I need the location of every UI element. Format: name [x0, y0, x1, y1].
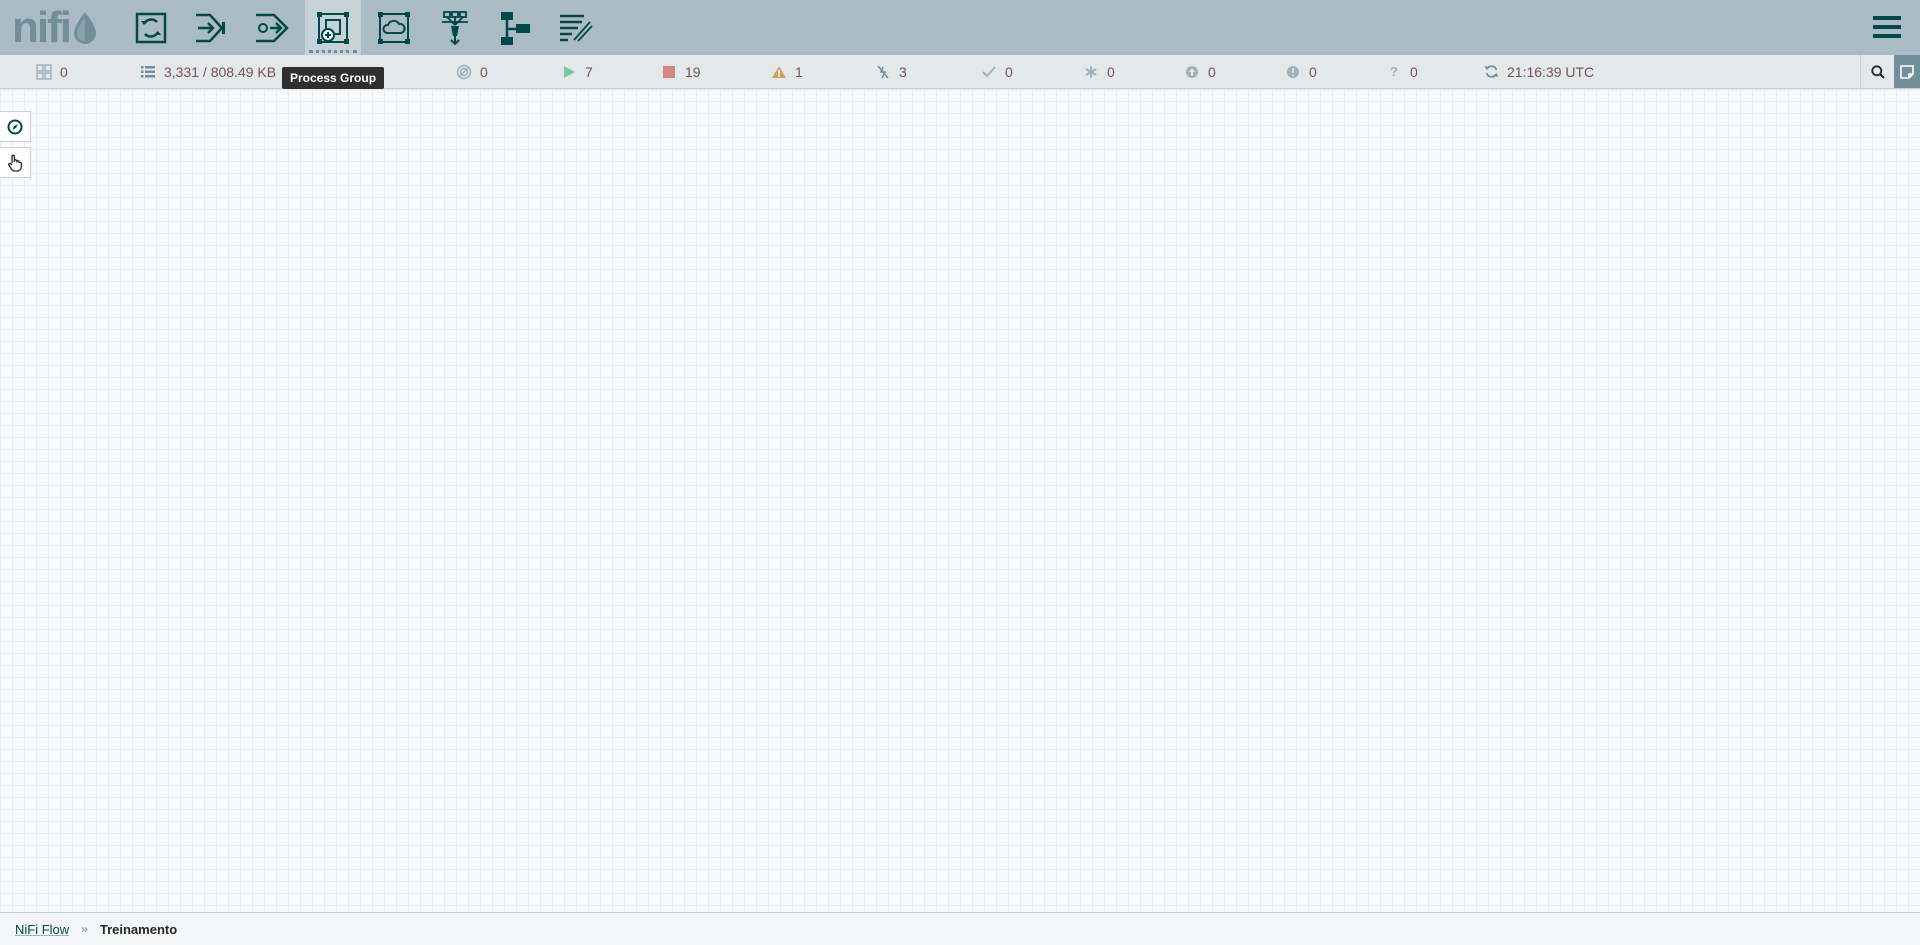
process-group-tool[interactable]: [305, 0, 361, 55]
input-port-icon: [196, 13, 225, 42]
breadcrumb: NiFi Flow » Treinamento: [0, 912, 1920, 945]
list-icon: [140, 64, 156, 80]
input-port-tool[interactable]: [183, 0, 239, 55]
nifi-logo: nifi: [12, 6, 98, 50]
search-button[interactable]: [1860, 55, 1894, 88]
label-tool[interactable]: [548, 0, 604, 55]
logo-text: nifi: [12, 3, 72, 52]
locally-modified-status: 0: [1083, 55, 1115, 88]
disabled-icon: [875, 64, 891, 80]
funnel-icon: [442, 10, 468, 45]
output-port-tool[interactable]: [244, 0, 300, 55]
process-group-icon: [317, 11, 349, 44]
operate-button[interactable]: [0, 147, 31, 178]
warning-icon: [771, 64, 787, 80]
template-icon: [501, 11, 530, 45]
breadcrumb-separator: »: [81, 922, 88, 936]
stopped-status: 19: [661, 55, 701, 88]
template-tool[interactable]: [487, 0, 543, 55]
funnel-tool[interactable]: [427, 0, 483, 55]
bulletin-board-button[interactable]: [1894, 55, 1920, 88]
invalid-status: 1: [771, 55, 803, 88]
refresh-icon[interactable]: [1483, 64, 1499, 80]
processor-icon: [135, 12, 167, 43]
exclamation-circle-icon: [1285, 64, 1301, 80]
arrow-up-circle-icon: [1184, 64, 1200, 80]
running-status: 7: [561, 55, 593, 88]
stop-icon: [661, 64, 677, 80]
active-threads-count: 0: [60, 63, 68, 80]
sticky-note-icon: [1900, 64, 1914, 79]
play-icon: [561, 64, 577, 80]
breadcrumb-current: Treinamento: [99, 921, 178, 937]
header-toolbar: nifi: [0, 0, 1920, 55]
compass-icon: [7, 119, 23, 134]
running-count: 7: [585, 63, 593, 80]
flow-canvas[interactable]: [0, 89, 1920, 912]
last-refreshed-time: 21:16:39 UTC: [1507, 63, 1595, 80]
up-to-date-status: 0: [981, 55, 1013, 88]
active-threads-icon: [36, 63, 52, 80]
locally-modified-count: 0: [1107, 63, 1115, 80]
disabled-status: 3: [875, 55, 907, 88]
remote-process-group-icon: [378, 11, 410, 44]
toolbar-tooltip: Process Group: [282, 67, 385, 89]
remote-process-group-tool[interactable]: [366, 0, 422, 55]
stopped-count: 19: [685, 63, 701, 80]
hand-pointer-icon: [8, 154, 23, 172]
global-menu-button[interactable]: [1872, 13, 1902, 41]
transmitting-count: 0: [480, 63, 488, 80]
queued-count: 3,331 / 808.49 KB: [164, 63, 277, 80]
queued-status: 3,331 / 808.49 KB: [140, 55, 276, 88]
check-icon: [981, 64, 997, 80]
output-port-icon: [256, 13, 289, 42]
sync-failure-count: 0: [1309, 63, 1317, 80]
unknown-status: ? 0: [1386, 55, 1418, 88]
search-icon: [1870, 64, 1885, 79]
label-icon: [560, 14, 593, 42]
hamburger-menu-icon: [1873, 16, 1901, 38]
invalid-count: 1: [795, 63, 803, 80]
breadcrumb-root-link[interactable]: NiFi Flow: [15, 922, 69, 937]
active-threads-status: 0: [36, 55, 68, 88]
stale-status: 0: [1184, 55, 1216, 88]
logo-drop-icon: [73, 12, 96, 44]
nifi-app: nifi 0 3,331 / 808.49 KB 0 7 19 1 3 0 0 …: [0, 0, 1920, 945]
transmitting-status: 0: [456, 55, 488, 88]
up-to-date-count: 0: [1005, 63, 1013, 80]
question-icon: ?: [1390, 64, 1398, 79]
asterisk-icon: [1083, 64, 1099, 80]
sync-failure-status: 0: [1285, 55, 1317, 88]
transmitting-icon: [456, 64, 472, 80]
refresh-status[interactable]: 21:16:39 UTC: [1483, 55, 1594, 88]
disabled-count: 3: [899, 63, 907, 80]
navigate-button[interactable]: [0, 111, 31, 142]
stale-count: 0: [1208, 63, 1216, 80]
processor-tool[interactable]: [123, 0, 179, 55]
unknown-count: 0: [1410, 63, 1418, 80]
